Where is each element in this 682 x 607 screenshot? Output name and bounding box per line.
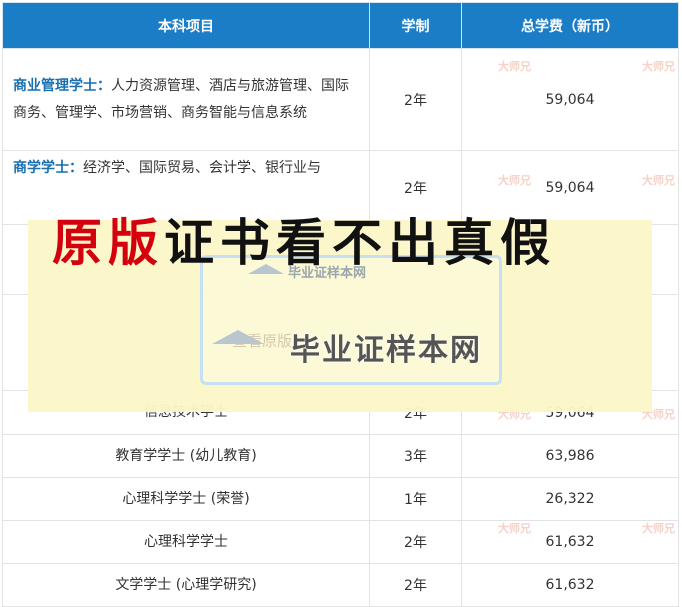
duration-cell: 2年 xyxy=(369,520,462,564)
watermark-logo: 大师兄 xyxy=(498,522,531,535)
duration-cell: 2年 xyxy=(369,563,462,607)
table-row: 心理科学学士 2年 61,632 xyxy=(2,520,679,564)
fee-cell: 26,322 xyxy=(461,477,679,521)
watermark-logo: 大师兄 xyxy=(498,174,531,187)
program-category: 商学学士： xyxy=(13,160,83,176)
program-category: 商业管理学士： xyxy=(13,77,111,94)
table-header-row: 本科项目 学制 总学费（新币） xyxy=(2,2,679,49)
program-cell: 商业管理学士：人力资源管理、酒店与旅游管理、国际商务、管理学、市场营销、商务智能… xyxy=(2,48,370,151)
watermark-logo: 大师兄 xyxy=(642,60,675,73)
fee-cell: 61,632 xyxy=(461,563,679,607)
duration-cell: 2年 xyxy=(369,48,462,151)
overlay-headline: 原版证书看不出真假 xyxy=(52,206,652,280)
graduation-cap-icon xyxy=(212,330,264,344)
fee-cell: 63,986 xyxy=(461,434,679,478)
table-row: 心理科学学士 (荣誉) 1年 26,322 xyxy=(2,477,679,521)
program-cell: 教育学学士 (幼儿教育) xyxy=(2,434,370,478)
duration-cell: 3年 xyxy=(369,434,462,478)
table-row: 教育学学士 (幼儿教育) 3年 63,986 xyxy=(2,434,679,478)
program-name: 经济学、国际贸易、会计学、银行业与 xyxy=(83,160,321,176)
headline-red-text: 原版 xyxy=(52,213,164,272)
table-row: 文学学士 (心理学研究) 2年 61,632 xyxy=(2,563,679,607)
program-cell: 心理科学学士 (荣誉) xyxy=(2,477,370,521)
table-row: 商业管理学士：人力资源管理、酒店与旅游管理、国际商务、管理学、市场营销、商务智能… xyxy=(2,48,679,151)
column-header-duration: 学制 xyxy=(369,2,462,49)
stamp-text-large: 毕业证样本网 xyxy=(290,333,482,368)
column-header-fee: 总学费（新币） xyxy=(461,2,679,49)
watermark-logo: 大师兄 xyxy=(642,174,675,187)
program-cell: 文学学士 (心理学研究) xyxy=(2,563,370,607)
headline-dark-text: 证书看不出真假 xyxy=(164,213,556,272)
watermark-logo: 大师兄 xyxy=(498,60,531,73)
watermark-logo: 大师兄 xyxy=(642,522,675,535)
column-header-program: 本科项目 xyxy=(2,2,370,49)
program-cell: 心理科学学士 xyxy=(2,520,370,564)
duration-cell: 1年 xyxy=(369,477,462,521)
